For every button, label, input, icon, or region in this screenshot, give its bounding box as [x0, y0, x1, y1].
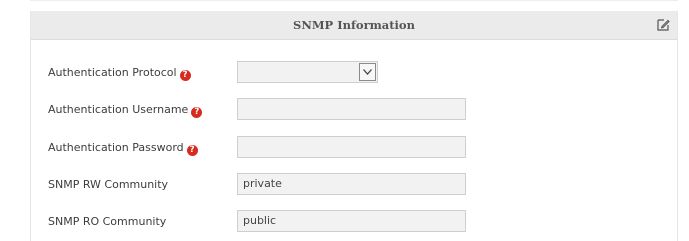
- snmp-ro-community-label: SNMP RO Community: [48, 215, 167, 228]
- help-icon[interactable]: ?: [191, 107, 203, 118]
- authentication-protocol-label-text: Authentication Protocol: [48, 66, 177, 79]
- form-row-authentication-protocol: Authentication Protocol?: [48, 61, 648, 85]
- form-row-snmp-ro-community: SNMP RO Community public: [48, 210, 648, 234]
- form-row-authentication-username: Authentication Username?: [48, 98, 648, 122]
- form-row-authentication-password: Authentication Password?: [48, 136, 648, 160]
- authentication-username-input[interactable]: [237, 98, 466, 120]
- panel-title: SNMP Information: [293, 18, 415, 32]
- select-dropdown-button[interactable]: [359, 63, 376, 81]
- authentication-password-label-text: Authentication Password: [48, 141, 184, 154]
- help-icon[interactable]: ?: [179, 70, 191, 81]
- form-row-snmp-rw-community: SNMP RW Community private: [48, 173, 648, 197]
- top-divider: [30, 0, 678, 1]
- snmp-information-panel: SNMP Information Authentication Protocol…: [30, 11, 678, 241]
- snmp-rw-community-input[interactable]: private: [237, 173, 466, 195]
- panel-header: SNMP Information: [31, 11, 677, 40]
- edit-icon[interactable]: [656, 18, 670, 32]
- authentication-protocol-select[interactable]: [237, 61, 378, 83]
- authentication-username-label-text: Authentication Username: [48, 103, 189, 116]
- chevron-down-icon: [363, 69, 372, 75]
- authentication-password-label: Authentication Password?: [48, 136, 198, 160]
- snmp-ro-community-input[interactable]: public: [237, 210, 466, 232]
- authentication-username-label: Authentication Username?: [48, 98, 203, 122]
- help-icon[interactable]: ?: [186, 145, 198, 156]
- authentication-password-input[interactable]: [237, 136, 466, 158]
- authentication-protocol-label: Authentication Protocol?: [48, 61, 191, 85]
- snmp-rw-community-label: SNMP RW Community: [48, 178, 169, 191]
